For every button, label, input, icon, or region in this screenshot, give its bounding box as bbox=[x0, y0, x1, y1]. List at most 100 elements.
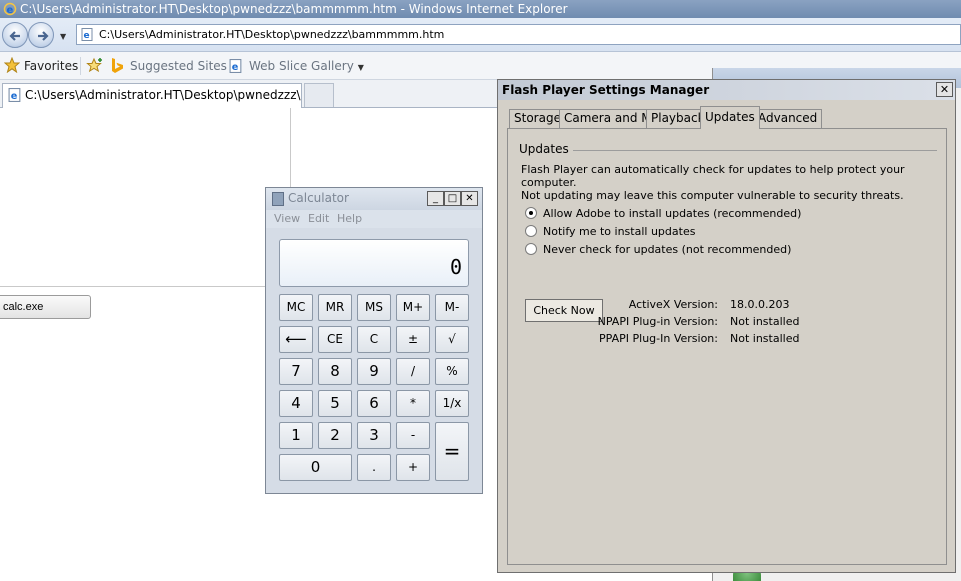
minimize-button[interactable]: _ bbox=[427, 191, 444, 206]
svg-text:e: e bbox=[7, 5, 14, 16]
key-ms[interactable]: MS bbox=[357, 294, 391, 321]
radio-label: Allow Adobe to install updates (recommen… bbox=[543, 207, 802, 220]
menu-help[interactable]: Help bbox=[337, 212, 362, 225]
address-text: C:\Users\Administrator.HT\Desktop\pwnedz… bbox=[99, 28, 445, 41]
updates-description-line-2: Not updating may leave this computer vul… bbox=[521, 189, 904, 202]
internet-explorer-icon: e bbox=[3, 2, 17, 16]
calculator-window: Calculator _ □ ✕ View Edit Help 0 MC MR … bbox=[265, 187, 483, 494]
key-ce[interactable]: CE bbox=[318, 326, 352, 353]
ie-page-icon: e bbox=[81, 28, 93, 41]
updates-group-label: Updates bbox=[519, 142, 573, 156]
key-2[interactable]: 2 bbox=[318, 422, 352, 449]
key-1[interactable]: 1 bbox=[279, 422, 313, 449]
radio-button[interactable] bbox=[525, 225, 537, 237]
ppapi-version-value: Not installed bbox=[730, 332, 800, 345]
favorites-separator bbox=[80, 57, 81, 75]
back-button[interactable] bbox=[2, 22, 28, 48]
flash-settings-title-bar[interactable]: Flash Player Settings Manager bbox=[498, 80, 955, 100]
tab-updates[interactable]: Updates bbox=[700, 106, 760, 129]
key-9[interactable]: 9 bbox=[357, 358, 391, 385]
add-favorite-icon bbox=[86, 57, 102, 73]
close-button[interactable]: ✕ bbox=[461, 191, 478, 206]
key-mr[interactable]: MR bbox=[318, 294, 352, 321]
calc-exe-button[interactable]: calc.exe bbox=[0, 295, 91, 319]
radio-never-check[interactable]: Never check for updates (not recommended… bbox=[525, 243, 791, 256]
web-slice-gallery-label: Web Slice Gallery bbox=[249, 59, 354, 73]
svg-text:e: e bbox=[84, 31, 90, 41]
suggested-sites-link[interactable]: Suggested Sites▼ bbox=[110, 57, 237, 75]
radio-label: Notify me to install updates bbox=[543, 225, 696, 238]
radio-button-selected[interactable] bbox=[525, 207, 537, 219]
new-tab-button[interactable] bbox=[304, 83, 334, 107]
key-subtract[interactable]: - bbox=[396, 422, 430, 449]
ie-navigation-bar: ▼ e C:\Users\Administrator.HT\Desktop\pw… bbox=[0, 18, 961, 52]
ie-window-title: C:\Users\Administrator.HT\Desktop\pwnedz… bbox=[20, 2, 568, 16]
forward-arrow-icon bbox=[38, 31, 49, 41]
npapi-version-label: NPAPI Plug-in Version: bbox=[597, 315, 718, 328]
flash-settings-title: Flash Player Settings Manager bbox=[502, 83, 710, 97]
updates-description-line-1: Flash Player can automatically check for… bbox=[521, 163, 905, 189]
key-decimal[interactable]: . bbox=[357, 454, 391, 481]
key-7[interactable]: 7 bbox=[279, 358, 313, 385]
key-4[interactable]: 4 bbox=[279, 390, 313, 417]
web-slice-dropdown-icon[interactable]: ▼ bbox=[358, 63, 364, 72]
favorites-label: Favorites bbox=[24, 59, 79, 73]
key-sqrt[interactable]: √ bbox=[435, 326, 469, 353]
svg-text:e: e bbox=[232, 62, 239, 73]
key-3[interactable]: 3 bbox=[357, 422, 391, 449]
key-c[interactable]: C bbox=[357, 326, 391, 353]
key-divide[interactable]: / bbox=[396, 358, 430, 385]
key-percent[interactable]: % bbox=[435, 358, 469, 385]
recent-pages-dropdown-icon[interactable]: ▼ bbox=[60, 32, 66, 41]
svg-text:e: e bbox=[11, 91, 18, 102]
key-backspace[interactable]: ⟵ bbox=[279, 326, 313, 353]
key-plus-minus[interactable]: ± bbox=[396, 326, 430, 353]
calculator-menu-bar: View Edit Help bbox=[266, 210, 482, 228]
calculator-title: Calculator bbox=[288, 191, 349, 205]
tab-label: C:\Users\Administrator.HT\Desktop\pwnedz… bbox=[25, 88, 301, 102]
radio-allow-adobe-updates[interactable]: Allow Adobe to install updates (recommen… bbox=[525, 207, 801, 220]
calculator-title-bar[interactable]: Calculator _ □ ✕ bbox=[266, 188, 482, 210]
key-m-plus[interactable]: M+ bbox=[396, 294, 430, 321]
ie-title-bar[interactable]: e C:\Users\Administrator.HT\Desktop\pwne… bbox=[0, 0, 961, 18]
key-6[interactable]: 6 bbox=[357, 390, 391, 417]
bing-icon bbox=[112, 58, 123, 73]
group-divider bbox=[519, 150, 937, 151]
radio-notify-me[interactable]: Notify me to install updates bbox=[525, 225, 695, 238]
favorites-star-icon bbox=[4, 57, 20, 73]
favorites-button[interactable]: Favorites bbox=[4, 57, 78, 75]
calculator-icon bbox=[272, 192, 284, 206]
tab-current-page[interactable]: e C:\Users\Administrator.HT\Desktop\pwne… bbox=[2, 83, 302, 108]
back-arrow-icon bbox=[9, 31, 20, 41]
radio-button[interactable] bbox=[525, 243, 537, 255]
menu-edit[interactable]: Edit bbox=[308, 212, 329, 225]
flash-settings-window: Flash Player Settings Manager ✕ Storage … bbox=[497, 79, 956, 573]
key-equals[interactable]: = bbox=[435, 422, 469, 481]
suggested-sites-label: Suggested Sites bbox=[130, 59, 227, 73]
updates-panel: Updates Flash Player can automatically c… bbox=[507, 128, 947, 565]
frame-divider-horizontal bbox=[0, 286, 290, 287]
menu-view[interactable]: View bbox=[274, 212, 300, 225]
web-slice-gallery-link[interactable]: e Web Slice Gallery ▼ bbox=[229, 57, 364, 75]
radio-label: Never check for updates (not recommended… bbox=[543, 243, 792, 256]
key-8[interactable]: 8 bbox=[318, 358, 352, 385]
key-reciprocal[interactable]: 1/x bbox=[435, 390, 469, 417]
key-5[interactable]: 5 bbox=[318, 390, 352, 417]
ie-page-icon: e bbox=[8, 88, 21, 102]
forward-button[interactable] bbox=[28, 22, 54, 48]
key-0[interactable]: 0 bbox=[279, 454, 352, 481]
tab-storage[interactable]: Storage bbox=[509, 109, 566, 128]
tab-advanced[interactable]: Advanced bbox=[753, 109, 823, 128]
key-multiply[interactable]: * bbox=[396, 390, 430, 417]
key-mc[interactable]: MC bbox=[279, 294, 313, 321]
key-add[interactable]: + bbox=[396, 454, 430, 481]
updates-description: Flash Player can automatically check for… bbox=[521, 163, 931, 202]
key-m-minus[interactable]: M- bbox=[435, 294, 469, 321]
address-bar[interactable]: e C:\Users\Administrator.HT\Desktop\pwne… bbox=[76, 24, 961, 45]
calculator-display-value: 0 bbox=[449, 255, 462, 279]
maximize-button[interactable]: □ bbox=[444, 191, 461, 206]
add-to-favorites-bar-button[interactable] bbox=[86, 57, 104, 75]
activex-version-label: ActiveX Version: bbox=[628, 298, 718, 311]
close-button[interactable]: ✕ bbox=[936, 82, 953, 97]
ie-page-icon: e bbox=[229, 59, 242, 73]
